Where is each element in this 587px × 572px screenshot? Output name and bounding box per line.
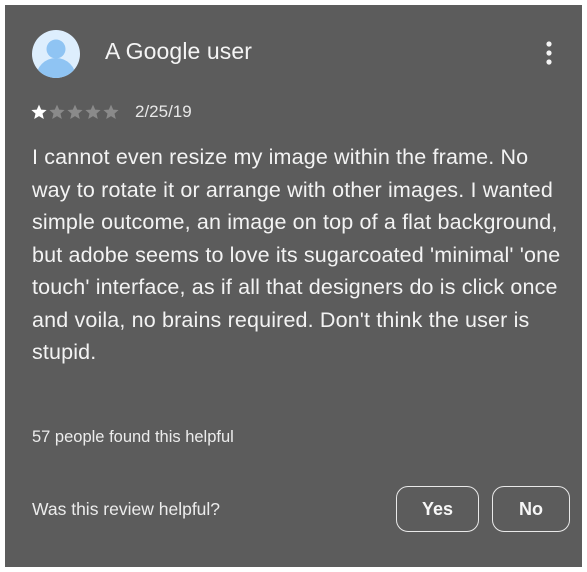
review-card: A Google user 2/25/19 I cannot even resi… [5, 5, 582, 567]
star-rating [31, 104, 121, 120]
review-text: I cannot even resize my image within the… [32, 145, 561, 364]
star-empty-icon [103, 104, 119, 119]
helpful-count: 57 people found this helpful [32, 428, 234, 446]
no-button[interactable]: No [492, 486, 570, 532]
star-empty-icon [67, 104, 83, 119]
star-empty-icon [85, 104, 101, 119]
yes-button[interactable]: Yes [396, 486, 479, 532]
star-filled-icon [31, 104, 47, 119]
avatar [32, 30, 80, 78]
reviewer-name: A Google user [105, 38, 253, 64]
rating-row: 2/25/19 [31, 101, 192, 123]
more-vert-icon [546, 41, 552, 65]
star-empty-icon [49, 104, 65, 119]
helpful-question: Was this review helpful? [32, 499, 221, 519]
review-date: 2/25/19 [135, 102, 192, 121]
person-icon [36, 39, 76, 78]
more-options-button[interactable] [537, 37, 561, 69]
